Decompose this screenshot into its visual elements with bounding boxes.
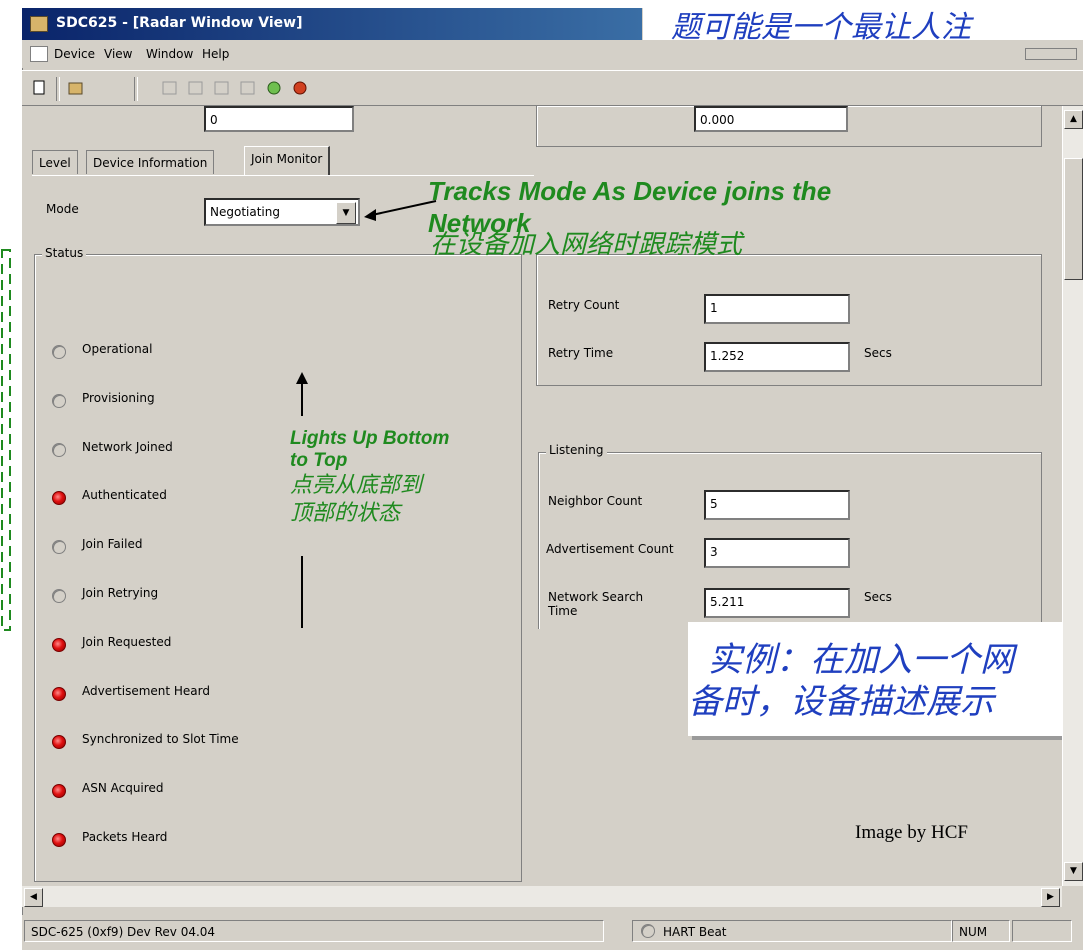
advertisement-count-label: Advertisement Count bbox=[546, 542, 674, 556]
network-search-time-field[interactable]: 5.211 bbox=[704, 588, 850, 618]
status-led-on-icon bbox=[52, 833, 66, 847]
network-search-time-label: Network Search Time bbox=[548, 590, 644, 618]
left-edge-decoration bbox=[0, 240, 14, 640]
menu-bar: Device View Window Help bbox=[22, 40, 1083, 68]
lights-annotation-en: Lights Up Bottom to Top bbox=[290, 428, 450, 471]
status-led-on-icon bbox=[52, 638, 66, 652]
app-icon bbox=[30, 16, 48, 32]
status-led-on-icon bbox=[52, 687, 66, 701]
toolbar bbox=[22, 70, 1083, 106]
image-credit: Image by HCF bbox=[855, 822, 968, 843]
status-led-off-icon bbox=[52, 589, 66, 603]
retry-count-label: Retry Count bbox=[548, 298, 620, 312]
status-label: Operational bbox=[82, 342, 153, 356]
status-led-on-icon bbox=[52, 735, 66, 749]
advertisement-count-field[interactable]: 3 bbox=[704, 538, 850, 568]
tab-level[interactable]: Level bbox=[32, 150, 78, 174]
mode-dropdown[interactable]: Negotiating ▼ bbox=[204, 198, 360, 226]
status-led-off-icon bbox=[52, 394, 66, 408]
vertical-scrollbar[interactable]: ▲ ▼ bbox=[1062, 106, 1083, 886]
example-callout: 实例：在加入一个网 备时，设备描述展示 bbox=[688, 622, 1083, 736]
menu-device[interactable]: Device bbox=[54, 47, 95, 61]
tab-device-information[interactable]: Device Information bbox=[86, 150, 215, 174]
retry-time-unit: Secs bbox=[864, 346, 892, 360]
status-led-on-icon bbox=[52, 491, 66, 505]
scroll-thumb[interactable] bbox=[1064, 158, 1083, 280]
toolbar-separator bbox=[56, 77, 60, 101]
hart-beat-indicator-icon bbox=[641, 924, 655, 938]
mdi-window-controls[interactable] bbox=[1025, 48, 1077, 60]
menu-help[interactable]: Help bbox=[202, 47, 229, 61]
hart-beat-label: HART Beat bbox=[663, 925, 727, 939]
toolbar-disabled-icon-4[interactable] bbox=[238, 79, 258, 97]
lights-annotation-cn: 点亮从底部到顶部的状态 bbox=[290, 473, 423, 526]
status-label: Join Failed bbox=[82, 537, 143, 551]
status-label: Join Retrying bbox=[82, 586, 159, 600]
top-left-field[interactable]: 0 bbox=[204, 106, 354, 132]
menu-view[interactable]: View bbox=[104, 47, 132, 61]
horizontal-scrollbar[interactable]: ◀ ▶ bbox=[22, 886, 1062, 907]
new-document-icon[interactable] bbox=[30, 79, 50, 97]
status-extra bbox=[1012, 920, 1072, 942]
open-icon[interactable] bbox=[66, 79, 86, 97]
status-label: Provisioning bbox=[82, 391, 155, 405]
tab-join-monitor[interactable]: Join Monitor bbox=[244, 146, 331, 176]
listening-group-title: Listening bbox=[546, 443, 607, 457]
scroll-up-icon[interactable]: ▲ bbox=[1064, 110, 1083, 129]
status-bar: SDC-625 (0xf9) Dev Rev 04.04 HART Beat N… bbox=[22, 915, 1083, 950]
scroll-left-icon[interactable]: ◀ bbox=[24, 888, 43, 907]
lights-arrow-icon bbox=[296, 372, 308, 628]
toolbar-refresh-icon[interactable] bbox=[264, 79, 284, 97]
mode-arrow-icon bbox=[364, 200, 437, 221]
neighbor-count-field[interactable]: 5 bbox=[704, 490, 850, 520]
neighbor-count-label: Neighbor Count bbox=[548, 494, 643, 508]
document-icon bbox=[30, 46, 48, 62]
toolbar-separator bbox=[134, 77, 138, 101]
status-led-off-icon bbox=[52, 443, 66, 457]
mode-value: Negotiating bbox=[210, 205, 280, 219]
title-bar[interactable]: SDC625 - [Radar Window View] bbox=[22, 8, 642, 40]
mode-annotation-cn-visible: 在设备加入网络时跟踪模式 bbox=[430, 230, 743, 260]
toolbar-stop-icon[interactable] bbox=[290, 79, 310, 97]
vertical-text-fragment bbox=[1, 249, 11, 631]
mode-label: Mode bbox=[46, 202, 79, 216]
status-label: Authenticated bbox=[82, 488, 167, 502]
retry-time-field[interactable]: 1.252 bbox=[704, 342, 850, 372]
status-label: Packets Heard bbox=[82, 830, 168, 844]
status-label: Join Requested bbox=[82, 635, 172, 649]
window-title: SDC625 - [Radar Window View] bbox=[56, 15, 303, 31]
toolbar-disabled-icon-2[interactable] bbox=[186, 79, 206, 97]
status-label: ASN Acquired bbox=[82, 781, 164, 795]
status-device-info: SDC-625 (0xf9) Dev Rev 04.04 bbox=[24, 920, 604, 942]
retry-time-label: Retry Time bbox=[548, 346, 614, 360]
status-led-off-icon bbox=[52, 345, 66, 359]
status-label: Network Joined bbox=[82, 440, 173, 454]
menu-window[interactable]: Window bbox=[146, 47, 193, 61]
toolbar-disabled-icon-1[interactable] bbox=[160, 79, 180, 97]
status-num: NUM bbox=[952, 920, 1010, 942]
scroll-right-icon[interactable]: ▶ bbox=[1041, 888, 1060, 907]
network-search-time-unit: Secs bbox=[864, 590, 892, 604]
retry-count-field[interactable]: 1 bbox=[704, 294, 850, 324]
chevron-down-icon[interactable]: ▼ bbox=[336, 202, 356, 224]
scroll-down-icon[interactable]: ▼ bbox=[1064, 862, 1083, 881]
status-hart-beat: HART Beat bbox=[632, 920, 952, 942]
status-led-on-icon bbox=[52, 784, 66, 798]
toolbar-disabled-icon-3[interactable] bbox=[212, 79, 232, 97]
status-label: Synchronized to Slot Time bbox=[82, 732, 239, 746]
status-label: Advertisement Heard bbox=[82, 684, 211, 698]
status-led-off-icon bbox=[52, 540, 66, 554]
top-right-field[interactable]: 0.000 bbox=[694, 106, 848, 132]
status-group-title: Status bbox=[42, 246, 87, 260]
example-line-2: 备时，设备描述展示 bbox=[688, 682, 994, 722]
